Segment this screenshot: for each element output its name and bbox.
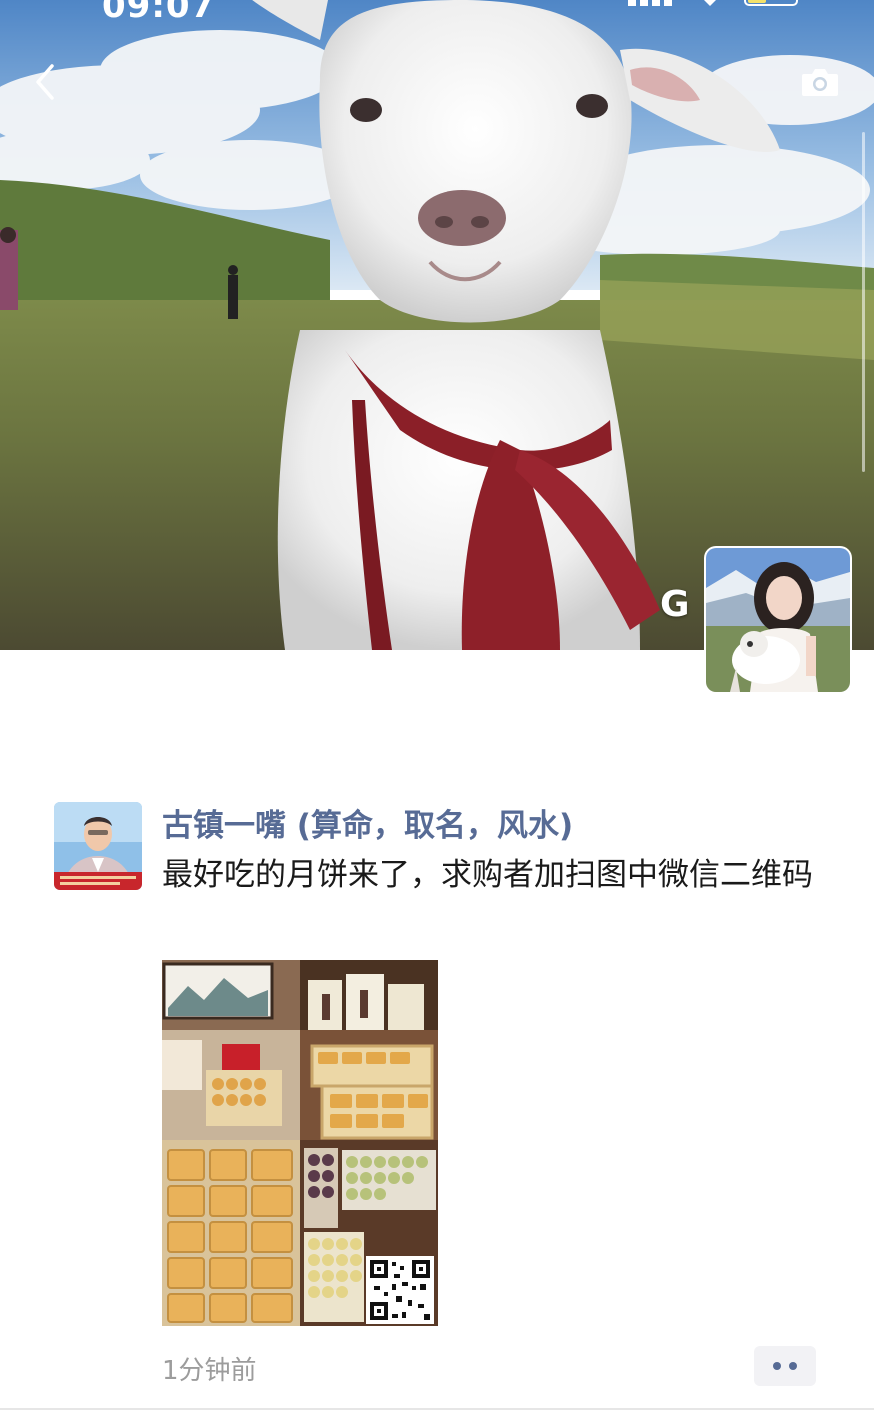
camera-button[interactable] bbox=[796, 62, 844, 102]
scrollbar[interactable] bbox=[862, 132, 865, 472]
more-dots-icon bbox=[773, 1362, 781, 1370]
camera-icon bbox=[802, 69, 838, 96]
moments-page: 09:07 G 古镇一嘴 (算命，取名，风水) 最好吃的月饼来了，求购者加扫图中… bbox=[0, 0, 874, 1416]
divider bbox=[0, 1408, 874, 1410]
post-author-avatar-image bbox=[54, 802, 142, 890]
profile-avatar[interactable] bbox=[706, 548, 850, 692]
status-time: 09:07 bbox=[102, 0, 216, 26]
more-dots-icon bbox=[789, 1362, 797, 1370]
chevron-left-icon bbox=[36, 64, 54, 100]
post-image[interactable] bbox=[162, 960, 438, 1326]
post-author-avatar[interactable] bbox=[54, 802, 142, 890]
wifi-icon bbox=[698, 0, 722, 8]
profile-avatar-image bbox=[706, 548, 850, 692]
profile-name: G bbox=[660, 584, 690, 625]
more-actions-button[interactable] bbox=[754, 1346, 816, 1386]
qr-code-icon bbox=[366, 1256, 434, 1324]
back-button[interactable] bbox=[22, 58, 66, 106]
post-author-name[interactable]: 古镇一嘴 (算命，取名，风水) bbox=[162, 800, 573, 845]
post-text: 最好吃的月饼来了，求购者加扫图中微信二维码 bbox=[162, 857, 813, 893]
post-timestamp: 1分钟前 bbox=[162, 1356, 257, 1386]
signal-icon bbox=[628, 0, 676, 8]
mooncake-photo bbox=[162, 960, 438, 1326]
battery-icon bbox=[744, 0, 802, 8]
